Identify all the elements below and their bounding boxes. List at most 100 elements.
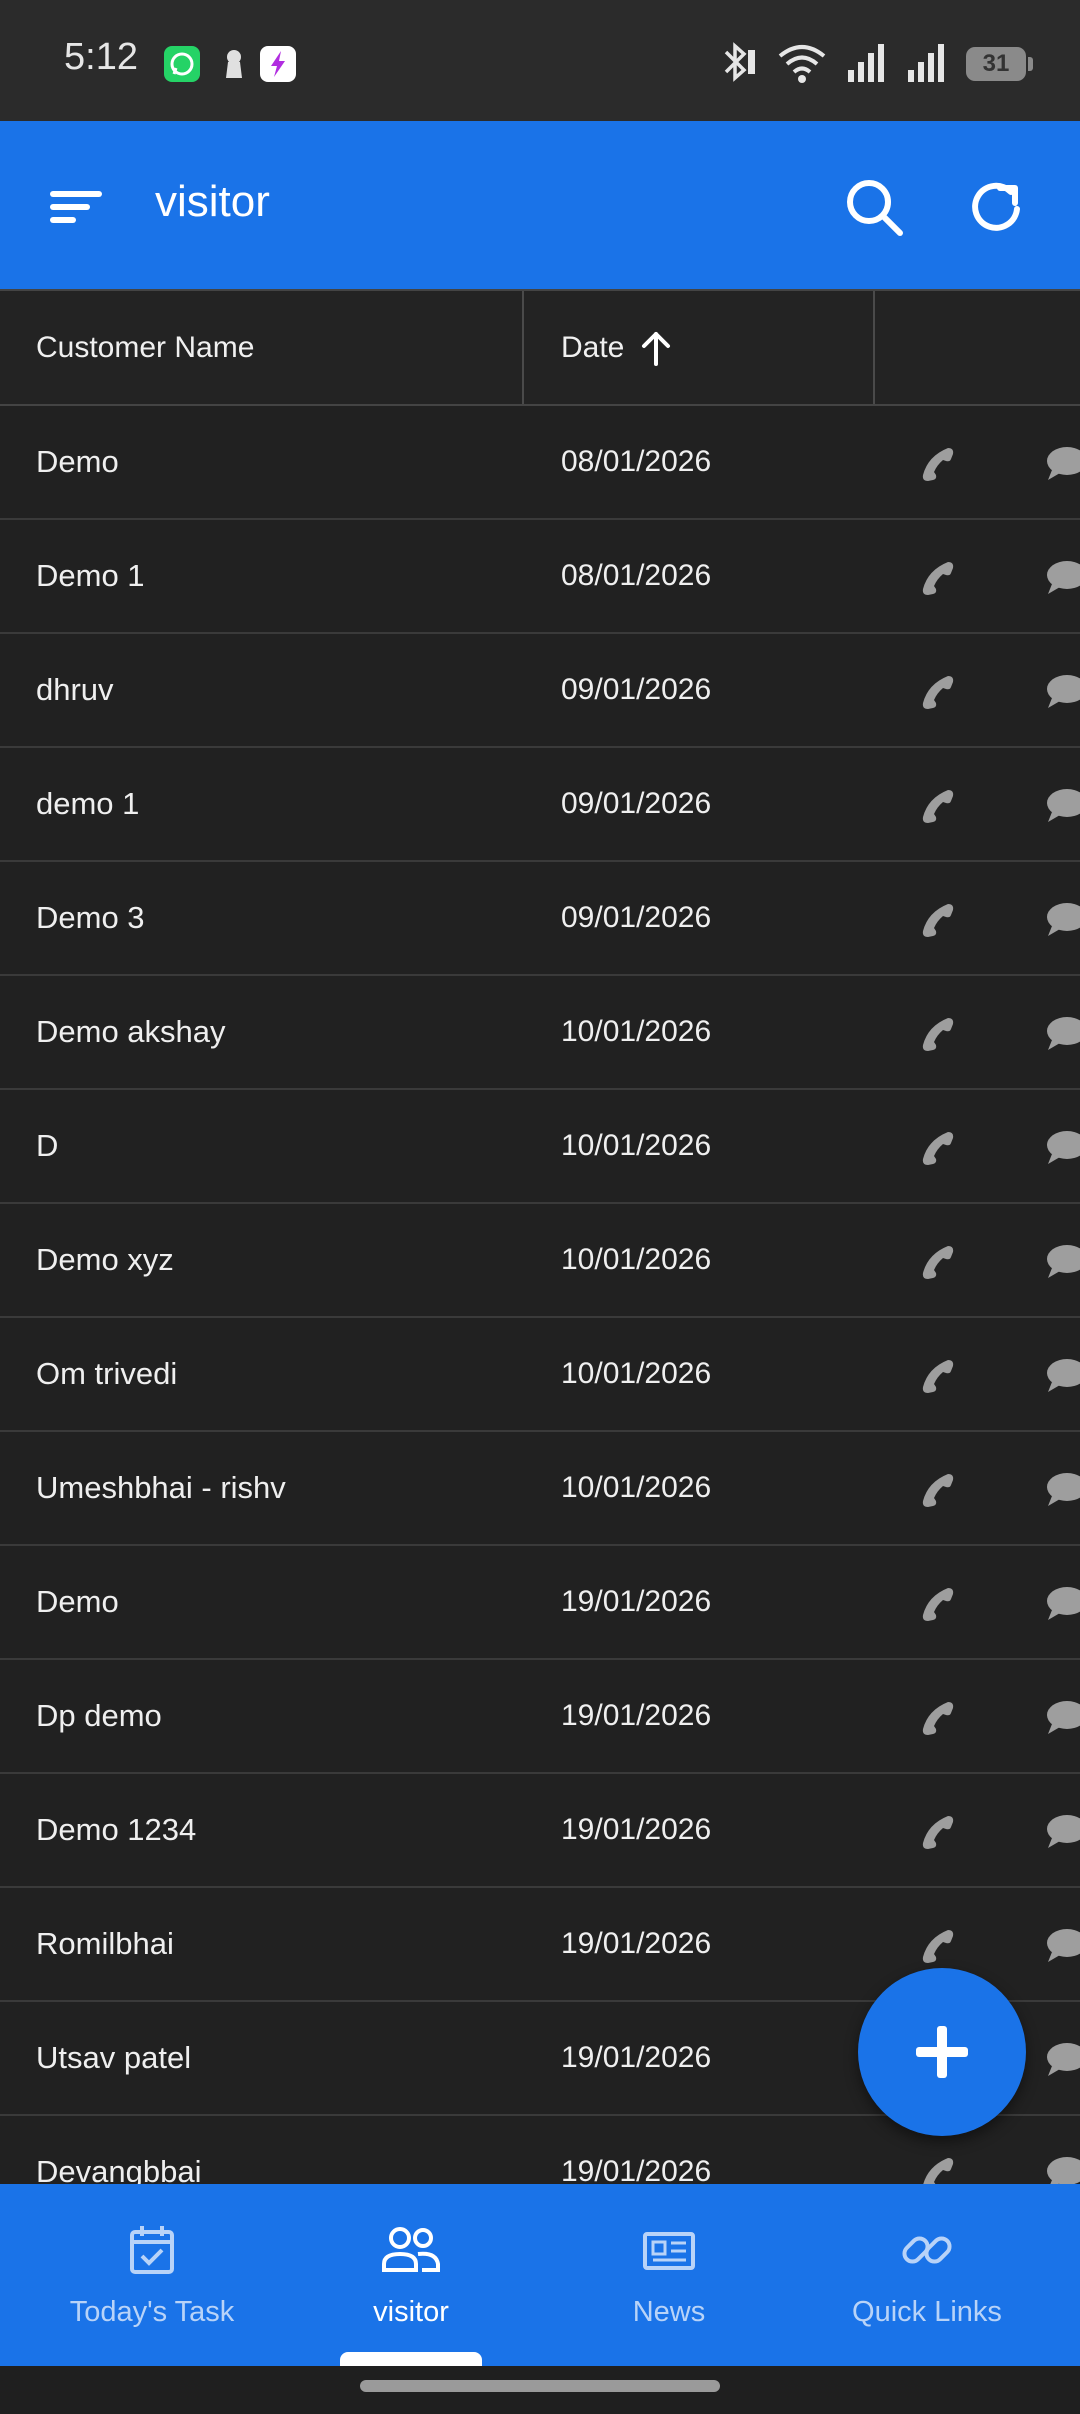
customer-name: Demo (36, 1584, 119, 1619)
customer-name: Om trivedi (36, 1356, 178, 1391)
chat-icon[interactable] (1044, 558, 1080, 598)
bluetooth-icon (718, 40, 758, 89)
customer-name: D (36, 1128, 59, 1163)
search-icon[interactable] (832, 165, 916, 249)
visit-date: 19/01/2026 (561, 2155, 712, 2184)
phone-icon[interactable] (912, 2152, 964, 2184)
phone-icon[interactable] (912, 1012, 964, 1056)
visit-date: 10/01/2026 (561, 1243, 712, 1276)
add-visitor-button[interactable] (858, 1968, 1026, 2136)
chat-icon[interactable] (1044, 1242, 1080, 1282)
customer-name: Demo 1234 (36, 1812, 197, 1847)
visit-date: 09/01/2026 (561, 901, 712, 934)
phone-icon[interactable] (912, 1126, 964, 1170)
nav-label: visitor (373, 2296, 449, 2328)
chat-icon[interactable] (1044, 2040, 1080, 2080)
status-time: 5:12 (64, 36, 138, 78)
table-row[interactable]: Umeshbhai - rishv 10/01/2026 (0, 1432, 1080, 1546)
whatsapp-icon (164, 46, 200, 82)
phone-icon[interactable] (912, 1354, 964, 1398)
keyhole-icon (216, 46, 252, 82)
table-row[interactable]: Demo 19/01/2026 (0, 1546, 1080, 1660)
visit-date: 09/01/2026 (561, 787, 712, 820)
table-row[interactable]: Demo xyz 10/01/2026 (0, 1204, 1080, 1318)
phone-icon[interactable] (912, 442, 964, 486)
visitor-list: Demo 08/01/2026 Demo 1 08/01/2026 dhruv 09/01… (0, 406, 1080, 2184)
chat-icon[interactable] (1044, 1128, 1080, 1168)
phone-icon[interactable] (912, 1696, 964, 1740)
app-bar: visitor (0, 121, 1080, 289)
chat-icon[interactable] (1044, 1812, 1080, 1852)
nav-item-visitor[interactable]: visitor (276, 2184, 546, 2366)
nav-item-todays-task[interactable]: Today's Task (17, 2184, 287, 2366)
nav-item-quick-links[interactable]: Quick Links (792, 2184, 1062, 2366)
column-header-date[interactable]: Date (561, 291, 674, 404)
chat-icon[interactable] (1044, 1356, 1080, 1396)
phone-icon[interactable] (912, 1468, 964, 1512)
app-bolt-icon (260, 46, 296, 82)
phone-icon[interactable] (912, 898, 964, 942)
customer-name: Demo xyz (36, 1242, 174, 1277)
nav-label: News (632, 2296, 706, 2328)
phone-icon[interactable] (912, 1924, 964, 1968)
visit-date: 08/01/2026 (561, 559, 712, 592)
signal-icon (906, 40, 948, 89)
column-divider (522, 291, 524, 404)
column-header-customer-name[interactable]: Customer Name (36, 291, 254, 404)
status-bar: 5:12 31 (0, 0, 1080, 121)
customer-name: Demo akshay (36, 1014, 226, 1049)
users-icon (276, 2220, 546, 2280)
visit-date: 10/01/2026 (561, 1129, 712, 1162)
chat-icon[interactable] (1044, 2154, 1080, 2184)
visit-date: 10/01/2026 (561, 1357, 712, 1390)
phone-icon[interactable] (912, 556, 964, 600)
table-row[interactable]: Dp demo 19/01/2026 (0, 1660, 1080, 1774)
phone-icon[interactable] (912, 1582, 964, 1626)
table-row[interactable]: D 10/01/2026 (0, 1090, 1080, 1204)
nav-item-news[interactable]: News (534, 2184, 804, 2366)
phone-icon[interactable] (912, 670, 964, 714)
table-row[interactable]: Om trivedi 10/01/2026 (0, 1318, 1080, 1432)
calendar-check-icon (17, 2220, 287, 2280)
chat-icon[interactable] (1044, 786, 1080, 826)
customer-name: dhruv (36, 672, 114, 707)
table-row[interactable]: Demo 1234 19/01/2026 (0, 1774, 1080, 1888)
table-row[interactable]: Demo 08/01/2026 (0, 406, 1080, 520)
table-header: Customer Name Date (0, 289, 1080, 406)
chat-icon[interactable] (1044, 672, 1080, 712)
battery-icon: 31 (966, 47, 1033, 81)
refresh-icon[interactable] (956, 165, 1040, 249)
customer-name: Demo 3 (36, 900, 145, 935)
table-row[interactable]: Demo 3 09/01/2026 (0, 862, 1080, 976)
link-icon (792, 2220, 1062, 2280)
newspaper-icon (534, 2220, 804, 2280)
menu-icon[interactable] (36, 167, 116, 247)
bottom-navigation: Today's Task visitor News Quick Links (0, 2184, 1080, 2366)
phone-icon[interactable] (912, 784, 964, 828)
visit-date: 10/01/2026 (561, 1471, 712, 1504)
chat-icon[interactable] (1044, 1014, 1080, 1054)
visit-date: 08/01/2026 (561, 445, 712, 478)
customer-name: demo 1 (36, 786, 140, 821)
customer-name: Devangbbai (36, 2154, 202, 2184)
phone-icon[interactable] (912, 1810, 964, 1854)
customer-name: Dp demo (36, 1698, 162, 1733)
wifi-icon (776, 40, 828, 89)
gesture-handle[interactable] (360, 2380, 720, 2392)
phone-icon[interactable] (912, 1240, 964, 1284)
visit-date: 19/01/2026 (561, 1927, 712, 1960)
table-row[interactable]: dhruv 09/01/2026 (0, 634, 1080, 748)
system-status-icons: 31 (718, 40, 1033, 89)
chat-icon[interactable] (1044, 1926, 1080, 1966)
table-row[interactable]: Demo akshay 10/01/2026 (0, 976, 1080, 1090)
plus-icon (916, 2026, 968, 2078)
table-row[interactable]: demo 1 09/01/2026 (0, 748, 1080, 862)
chat-icon[interactable] (1044, 444, 1080, 484)
page-title: visitor (155, 177, 270, 226)
chat-icon[interactable] (1044, 1584, 1080, 1624)
chat-icon[interactable] (1044, 1698, 1080, 1738)
table-row[interactable]: Demo 1 08/01/2026 (0, 520, 1080, 634)
chat-icon[interactable] (1044, 900, 1080, 940)
chat-icon[interactable] (1044, 1470, 1080, 1510)
column-header-date-label: Date (561, 330, 625, 364)
